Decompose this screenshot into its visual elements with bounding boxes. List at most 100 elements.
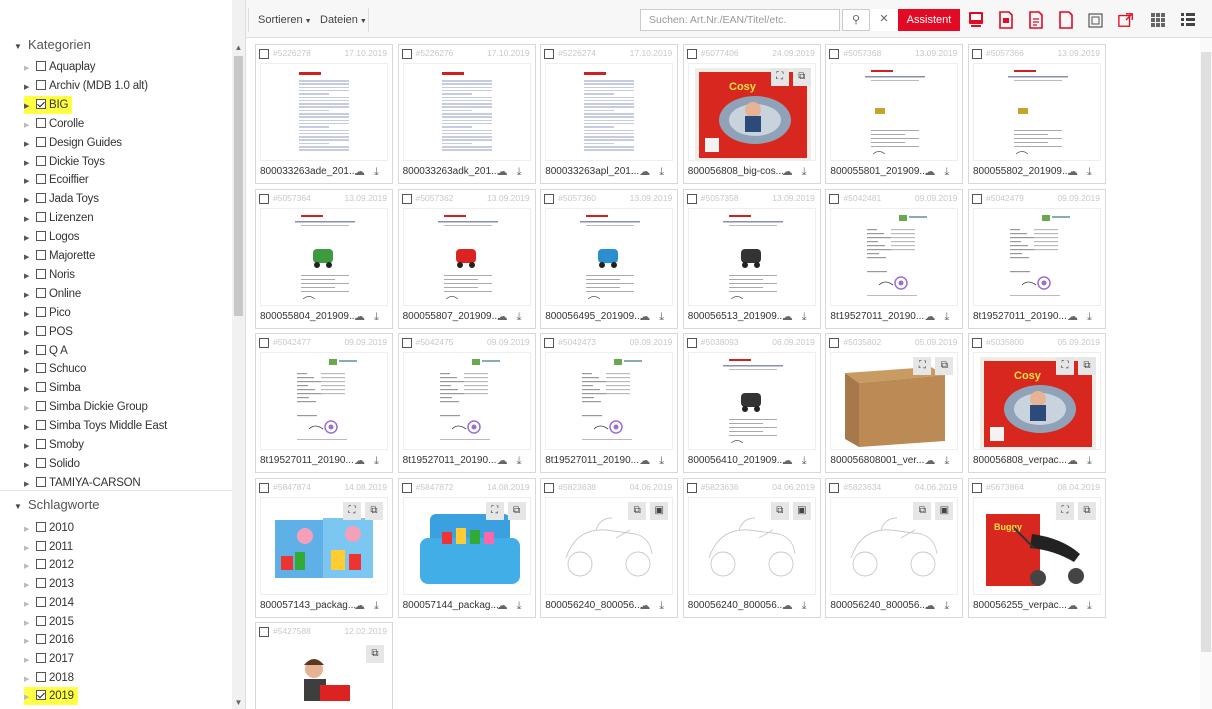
asset-card[interactable]: #5847872 14.08.2019 ⛶ ⧉ 800057144_packag... ☁… xyxy=(397,477,536,618)
tree-item[interactable]: ▶ Aquaplay xyxy=(24,58,96,76)
checkbox[interactable] xyxy=(36,634,46,645)
asset-thumbnail[interactable] xyxy=(260,63,388,161)
expand-arrow-icon[interactable]: ▶ xyxy=(24,192,36,210)
crop-icon[interactable]: ⛶ xyxy=(1056,357,1074,375)
external-link-icon[interactable]: ⧉ xyxy=(1078,357,1096,375)
expand-arrow-icon[interactable]: ▶ xyxy=(24,173,36,191)
asset-card[interactable]: #5823638 04.06.2019 ⧉ ▣ 800056240_800056... ☁… xyxy=(540,477,679,618)
download-icon[interactable]: ⤓ xyxy=(802,599,807,613)
cloud-download-icon[interactable]: ☁ xyxy=(1067,454,1078,468)
asset-card[interactable]: #5226278 17.10.2019 800033263ade_201... ☁ ⤓ xyxy=(255,44,393,184)
asset-thumbnail[interactable] xyxy=(402,207,531,306)
expand-arrow-icon[interactable]: ▶ xyxy=(24,79,36,97)
asset-thumbnail[interactable] xyxy=(830,207,959,306)
document-icon[interactable] xyxy=(1028,11,1044,29)
expand-arrow-icon[interactable]: ▶ xyxy=(24,344,36,362)
external-link-icon[interactable]: ⧉ xyxy=(365,501,383,520)
asset-thumbnail[interactable]: ⧉ ▣ xyxy=(545,496,674,595)
checkbox[interactable] xyxy=(36,671,46,682)
download-icon[interactable]: ⤓ xyxy=(659,599,664,613)
asset-checkbox[interactable] xyxy=(829,482,840,493)
download-icon[interactable]: ⤓ xyxy=(1087,165,1092,179)
asset-checkbox[interactable] xyxy=(259,193,269,204)
asset-card[interactable]: #5057358 13.09.2019 800056513_201909... ☁ ⤓ xyxy=(682,188,821,329)
expand-arrow-icon[interactable]: ▶ xyxy=(24,671,36,689)
download-icon[interactable]: ⤓ xyxy=(1087,310,1092,324)
cloud-download-icon[interactable]: ☁ xyxy=(354,165,365,179)
asset-checkbox[interactable] xyxy=(544,338,555,348)
asset-checkbox[interactable] xyxy=(972,193,982,204)
asset-card[interactable]: #5042473 09.09.2019 8t19527011_20190... ☁ ⤓ xyxy=(540,333,679,473)
asset-checkbox[interactable] xyxy=(829,338,840,348)
scroll-up-icon[interactable]: ▲ xyxy=(233,42,244,53)
tree-item[interactable]: ▶ Simba Dickie Group xyxy=(24,398,148,416)
cloud-download-icon[interactable]: ☁ xyxy=(354,599,365,613)
checkbox[interactable] xyxy=(36,652,46,663)
expand-arrow-icon[interactable]: ▶ xyxy=(24,540,36,558)
cloud-download-icon[interactable]: ☁ xyxy=(354,310,365,324)
tree-item[interactable]: ▶ 2016 xyxy=(24,631,74,649)
asset-card[interactable]: #5038093 06.09.2019 800056410_201909... ☁ ⤓ xyxy=(682,333,821,473)
expand-arrow-icon[interactable]: ▶ xyxy=(24,558,36,576)
download-icon[interactable]: ⤓ xyxy=(517,599,522,613)
checkbox[interactable] xyxy=(36,559,46,570)
expand-arrow-icon[interactable]: ▶ xyxy=(24,400,36,418)
external-link-icon[interactable]: ⧉ xyxy=(1078,501,1096,520)
asset-card[interactable]: #5042479 09.09.2019 8t19527011_20190... ☁ ⤓ xyxy=(968,188,1106,329)
tree-item[interactable]: ▶ Noris xyxy=(24,266,75,284)
cloud-download-icon[interactable]: ☁ xyxy=(497,454,508,468)
asset-card[interactable]: #5057368 13.09.2019 800055801_201909... ☁ ⤓ xyxy=(825,44,964,184)
asset-checkbox[interactable] xyxy=(686,482,697,493)
asset-card[interactable]: #5673864 08.04.2019 Buggy ⛶ ⧉ 800056255_verpa… xyxy=(968,477,1106,618)
download-icon[interactable]: ⤓ xyxy=(802,454,807,468)
download-icon[interactable]: ⤓ xyxy=(802,165,807,179)
external-link-icon[interactable]: ⧉ xyxy=(366,645,384,663)
expand-arrow-icon[interactable]: ▶ xyxy=(24,230,36,248)
expand-arrow-icon[interactable]: ▶ xyxy=(24,98,36,116)
tree-item[interactable]: ▶ Simba xyxy=(24,379,81,397)
download-icon[interactable]: ⤓ xyxy=(1087,599,1092,613)
asset-card[interactable]: #5042481 09.09.2019 8t19527011_20190... ☁ ⤓ xyxy=(825,188,964,329)
checkbox[interactable] xyxy=(36,344,46,355)
asset-card[interactable]: #5042477 09.09.2019 8t19527011_20190... ☁ ⤓ xyxy=(255,333,393,473)
checkbox[interactable] xyxy=(36,212,46,223)
asset-thumbnail[interactable]: ⧉ xyxy=(260,641,388,709)
external-link-icon[interactable]: ⧉ xyxy=(935,357,954,375)
image-icon[interactable]: ▣ xyxy=(650,501,669,520)
tree-item[interactable]: ▶ Archiv (MDB 1.0 alt) xyxy=(24,77,148,95)
tree-item[interactable]: ▶ 2017 xyxy=(24,650,74,668)
tree-item[interactable]: ▶ Dickie Toys xyxy=(24,153,105,171)
download-icon[interactable]: ⤓ xyxy=(1087,454,1092,468)
expand-arrow-icon[interactable]: ▶ xyxy=(24,633,36,651)
tree-item[interactable]: ▶ 2011 xyxy=(24,538,73,556)
checkbox[interactable] xyxy=(36,401,46,412)
cloud-download-icon[interactable]: ☁ xyxy=(782,165,793,179)
checkbox[interactable] xyxy=(36,382,46,393)
checkbox[interactable] xyxy=(36,476,46,487)
crop-icon[interactable]: ⛶ xyxy=(485,501,504,520)
search-icon[interactable]: ⚲ xyxy=(842,9,870,31)
checkbox[interactable] xyxy=(36,61,46,71)
checkbox[interactable] xyxy=(36,578,46,589)
tree-item[interactable]: ▶ 2010 xyxy=(24,519,74,537)
expand-arrow-icon[interactable]: ▶ xyxy=(24,287,36,305)
search-input[interactable]: Suchen: Art.Nr./EAN/Titel/etc. xyxy=(640,9,840,31)
asset-card[interactable]: #5035800 05.09.2019 Cosy ⛶ ⧉ 800056808_verpac… xyxy=(968,333,1106,473)
image-download-icon[interactable] xyxy=(968,11,984,29)
expand-arrow-icon[interactable]: ▶ xyxy=(24,689,36,707)
asset-card[interactable]: #5226276 17.10.2019 800033263adk_201... ☁ ⤓ xyxy=(397,44,536,184)
asset-checkbox[interactable] xyxy=(829,49,840,59)
cloud-download-icon[interactable]: ☁ xyxy=(354,454,365,468)
checkbox[interactable] xyxy=(36,363,46,374)
asset-card[interactable]: #5823636 04.06.2019 ⧉ ▣ 800056240_800056... ☁… xyxy=(682,477,821,618)
cloud-download-icon[interactable]: ☁ xyxy=(497,310,508,324)
expand-arrow-icon[interactable]: ▶ xyxy=(24,306,36,324)
asset-thumbnail[interactable]: Cosy ⛶ ⧉ xyxy=(687,63,816,161)
crop-icon[interactable]: ⛶ xyxy=(1056,501,1074,520)
cloud-download-icon[interactable]: ☁ xyxy=(924,454,935,468)
main-scrollbar-thumb[interactable] xyxy=(1201,52,1211,652)
expand-arrow-icon[interactable]: ▶ xyxy=(24,268,36,286)
expand-arrow-icon[interactable]: ▶ xyxy=(24,249,36,267)
asset-card[interactable]: #5057362 13.09.2019 800055807_201909... ☁ ⤓ xyxy=(397,188,536,329)
download-icon[interactable]: ⤓ xyxy=(374,310,379,324)
